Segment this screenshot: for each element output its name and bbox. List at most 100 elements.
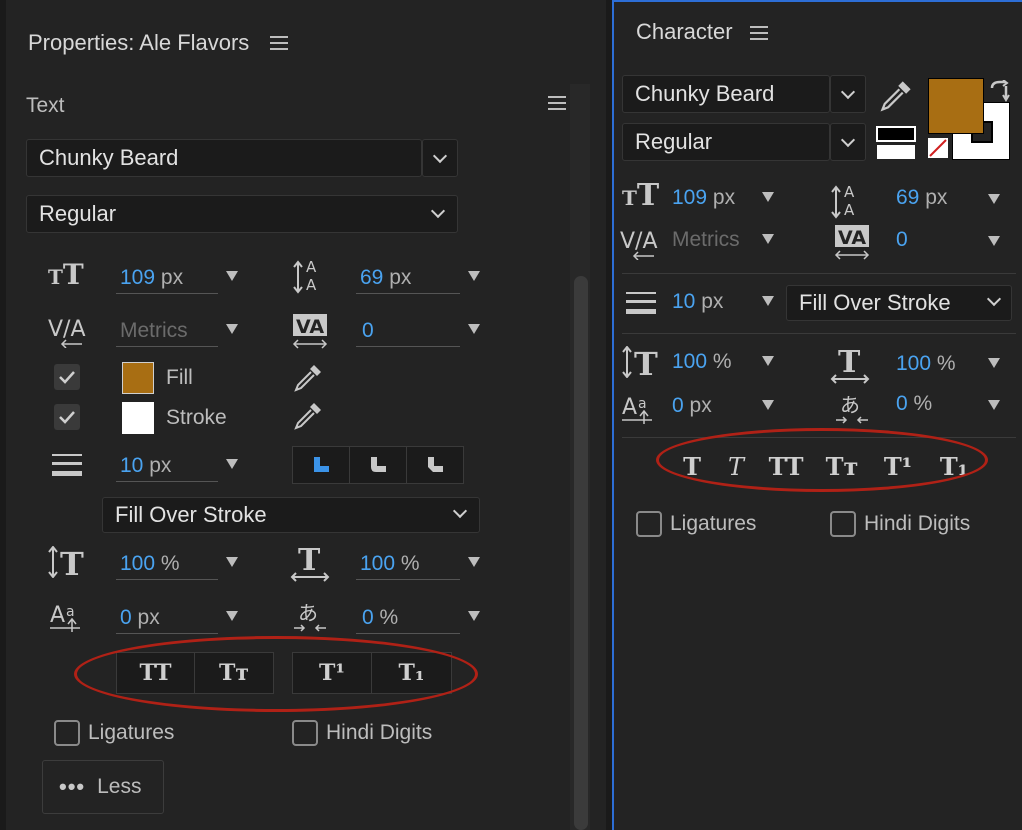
stroke-mode-dropdown[interactable]: Fill Over Stroke [786,285,1012,321]
none-color-icon[interactable] [928,138,948,158]
font-size-icon: TT [622,178,660,213]
scrollbar-thumb[interactable] [574,276,588,830]
vertical-scale-dropdown-arrow[interactable] [762,356,774,366]
hindi-digits-label: Hindi Digits [326,721,433,744]
baseline-shift-dropdown-arrow[interactable] [762,400,774,410]
menu-icon[interactable] [270,36,288,50]
fill-color-swatch[interactable] [928,78,984,134]
stroke-checkbox[interactable] [54,404,80,430]
horizontal-scale-dropdown-arrow[interactable] [468,557,480,567]
font-size-icon: TT [48,258,84,291]
stroke-label: Stroke [166,406,227,429]
corner-miter-icon [314,457,330,472]
horizontal-scale-dropdown-arrow[interactable] [988,358,1000,368]
font-style-chevron-button[interactable] [830,123,866,161]
menu-icon[interactable] [750,26,768,40]
tracking-dropdown-arrow[interactable] [988,236,1000,246]
horizontal-scale-underline [356,579,460,580]
tracking-value[interactable]: 0 [362,319,374,343]
font-size-value[interactable]: 109 px [672,186,735,210]
stroke-corner-group [292,446,464,484]
vertical-scale-icon: T [622,345,660,383]
stroke-width-value[interactable]: 10 px [120,454,171,478]
font-size-underline [116,293,218,294]
tracking-icon: VA [834,224,870,262]
stroke-lines-icon [52,452,82,478]
corner-round-button[interactable] [350,447,407,483]
font-family-chevron-button[interactable] [830,75,866,113]
font-family-chevron-button[interactable] [422,139,458,177]
swap-icon[interactable] [988,79,1012,102]
baseline-shift-dropdown-arrow[interactable] [226,611,238,621]
font-style-dropdown[interactable]: Regular [26,195,458,233]
hindi-digits-checkbox[interactable] [292,720,318,746]
svg-text:VA: VA [838,227,866,249]
stroke-width-value[interactable]: 10 px [672,290,723,314]
baseline-shift-underline [116,633,218,634]
ligatures-checkbox[interactable] [54,720,80,746]
kerning-dropdown-arrow[interactable] [762,234,774,244]
leading-value[interactable]: 69 px [896,186,947,210]
default-colors-icon[interactable] [876,126,916,160]
font-size-value[interactable]: 109 px [120,266,183,290]
leading-dropdown-arrow[interactable] [468,271,480,281]
tsume-value[interactable]: 0 % [362,606,398,630]
tsume-dropdown-arrow[interactable] [468,611,480,621]
chevron-down-icon [986,291,1002,307]
font-style-value: Regular [635,129,713,154]
kerning-dropdown-arrow[interactable] [226,324,238,334]
less-label: Less [97,775,142,798]
font-size-dropdown-arrow[interactable] [762,192,774,202]
svg-text:A: A [306,258,317,276]
kerning-value[interactable]: Metrics [672,228,740,252]
corner-miter-button[interactable] [293,447,351,483]
tsume-value[interactable]: 0 % [896,392,932,416]
font-size-dropdown-arrow[interactable] [226,271,238,281]
font-family-dropdown[interactable]: Chunky Beard [26,139,422,177]
eyedropper-icon[interactable] [292,362,324,394]
less-button[interactable]: ••• Less [42,760,164,814]
ligatures-label: Ligatures [670,512,757,535]
leading-dropdown-arrow[interactable] [988,194,1000,204]
character-panel: Character Chunky Beard Regular TT 109 px… [612,0,1022,830]
corner-bevel-icon [427,457,443,472]
font-style-dropdown[interactable]: Regular [622,123,830,161]
horizontal-scale-value[interactable]: 100 % [360,552,420,576]
vertical-scale-value[interactable]: 100 % [120,552,180,576]
kerning-underline [116,346,218,347]
tracking-dropdown-arrow[interactable] [468,324,480,334]
tracking-value[interactable]: 0 [896,228,908,252]
baseline-shift-icon: Aa [50,600,86,634]
stroke-width-dropdown-arrow[interactable] [762,296,774,306]
leading-value[interactable]: 69 px [360,266,411,290]
fill-color-swatch[interactable] [122,362,154,394]
vertical-scale-dropdown-arrow[interactable] [226,557,238,567]
vertical-scale-value[interactable]: 100 % [672,350,732,374]
chevron-down-icon [840,132,856,147]
baseline-shift-icon: Aa [622,392,658,426]
horizontal-scale-value[interactable]: 100 % [896,352,956,376]
stroke-mode-dropdown[interactable]: Fill Over Stroke [102,497,480,533]
svg-text:T: T [838,346,861,380]
tsume-underline [356,633,460,634]
svg-text:A: A [844,183,855,201]
hindi-digits-label: Hindi Digits [864,512,971,535]
tsume-dropdown-arrow[interactable] [988,400,1000,410]
eyedropper-icon[interactable] [878,78,914,114]
highlight-annotation [74,636,478,712]
stroke-width-dropdown-arrow[interactable] [226,459,238,469]
hindi-digits-checkbox[interactable] [830,511,856,537]
ligatures-checkbox[interactable] [636,511,662,537]
section-menu-icon[interactable] [548,96,566,110]
svg-text:a: a [66,604,75,620]
fill-checkbox[interactable] [54,364,80,390]
corner-bevel-button[interactable] [407,447,463,483]
eyedropper-icon[interactable] [292,400,324,432]
baseline-shift-value[interactable]: 0 px [672,394,712,418]
font-family-value: Chunky Beard [39,145,179,170]
baseline-shift-value[interactable]: 0 px [120,606,160,630]
stroke-color-swatch[interactable] [122,402,154,434]
chevron-down-icon [430,203,446,219]
font-family-dropdown[interactable]: Chunky Beard [622,75,830,113]
kerning-value[interactable]: Metrics [120,319,188,343]
